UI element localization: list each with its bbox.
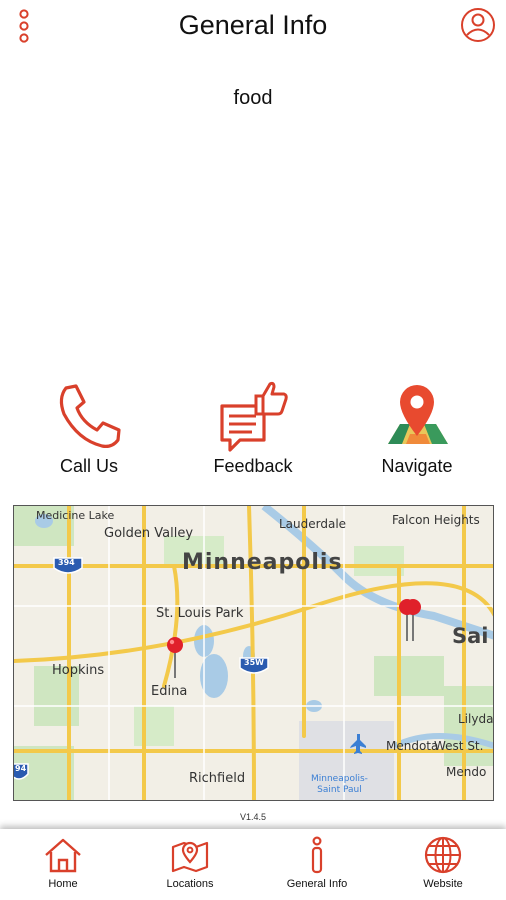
tab-locations[interactable]: Locations — [127, 829, 253, 900]
navigate-label: Navigate — [381, 456, 453, 476]
tab-home[interactable]: Home — [0, 829, 126, 900]
map-label-edina: Edina — [151, 684, 188, 699]
locations-icon — [171, 841, 209, 873]
call-us-button[interactable]: Call Us — [24, 378, 154, 478]
map-label-lilydale: Lilydal — [458, 712, 494, 726]
tab-general-info-label: General Info — [286, 878, 348, 890]
map-label-lauderdale: Lauderdale — [279, 517, 347, 531]
home-icon — [45, 838, 81, 873]
map-label-minneapolis: Minneapolis — [182, 550, 343, 575]
map-label-saint-paul: Sai — [452, 624, 489, 648]
navigate-button[interactable]: Navigate — [352, 378, 482, 478]
map-label-golden-valley: Golden Valley — [104, 526, 194, 541]
map-label-mendota-heights: Mendo — [446, 765, 487, 779]
app-version: V1.4.5 — [239, 812, 267, 822]
phone-icon — [59, 384, 121, 448]
map-label-st-louis-park: St. Louis Park — [156, 606, 244, 621]
tab-locations-label: Locations — [166, 878, 214, 890]
app-header: General Info — [0, 0, 506, 56]
tab-website-label: Website — [423, 878, 463, 890]
map-label-west-st: West St. — [434, 739, 484, 753]
feedback-label: Feedback — [213, 456, 293, 476]
map-label-i35w: 35W — [244, 658, 264, 667]
location-map[interactable]: Medicine Lake Golden Valley Lauderdale F… — [13, 505, 494, 801]
call-us-label: Call Us — [59, 456, 118, 476]
profile-button[interactable] — [460, 7, 496, 43]
map-pin-icon — [388, 385, 448, 444]
tab-general-info[interactable]: General Info — [254, 829, 380, 900]
globe-icon — [424, 836, 462, 874]
map-label-i394: 394 — [58, 558, 75, 567]
bottom-tab-bar: Home Locations General Info Website — [0, 829, 506, 900]
map-label-i94: 94 — [15, 764, 27, 773]
map-label-airport: Minneapolis- Saint Paul — [311, 774, 368, 795]
map-label-medicine-lake: Medicine Lake — [36, 509, 115, 522]
page-title: General Info — [178, 10, 328, 40]
map-label-hopkins: Hopkins — [52, 663, 105, 678]
action-row: Call Us Feedback Navigate — [0, 378, 506, 478]
tab-home-label: Home — [48, 878, 78, 890]
general-info-text: food — [233, 87, 273, 109]
map-label-richfield: Richfield — [189, 771, 246, 786]
user-icon — [461, 8, 495, 42]
map-label-falcon-heights: Falcon Heights — [392, 513, 480, 527]
map-label-mendota: Mendota — [386, 739, 439, 753]
tab-website[interactable]: Website — [380, 829, 506, 900]
feedback-button[interactable]: Feedback — [188, 378, 318, 478]
info-icon — [311, 836, 323, 874]
feedback-icon — [220, 381, 288, 452]
